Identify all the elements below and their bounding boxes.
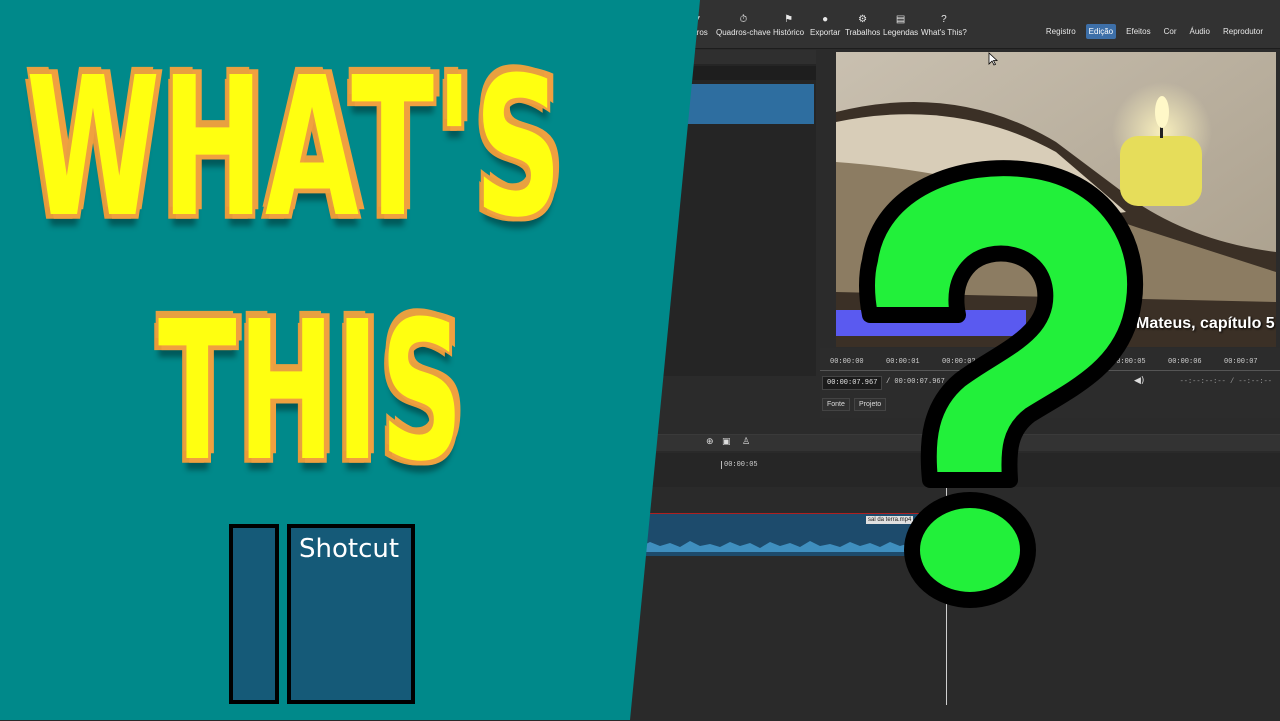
logo-bar-left [229,524,279,704]
question-mark-icon [859,160,1144,608]
ruler-tick: 00:00:06 [1168,358,1202,366]
toolbar-export-button[interactable]: ● Exportar [810,14,840,37]
title-line-2: THIS [157,279,465,504]
layout-edicao-button[interactable]: Edição [1085,24,1117,39]
toolbar-keyframes-button[interactable]: ⏱ Quadros-chave [716,14,771,37]
logo-text: Shotcut [299,534,400,564]
zoom-icon[interactable]: ⊕ [706,437,714,447]
stopwatch-icon: ⏱ [739,14,748,25]
layout-audio-button[interactable]: Áudio [1187,24,1213,39]
question-icon: ? [941,14,947,25]
export-icon: ● [822,14,829,25]
fit-icon[interactable]: ▣ [722,437,731,447]
shotcut-logo: Shotcut [229,524,415,704]
in-out-timecode: --:--:--:-- / --:--:-- [1179,378,1272,386]
title-line-1: WHAT'S [24,35,564,260]
timeline-ruler-label: 00:00:05 [721,461,758,469]
toolbar-subtitles-button[interactable]: ▤ Legendas [883,14,918,37]
layout-cor-button[interactable]: Cor [1161,24,1180,39]
main-toolbar: ▼ Filtros ⏱ Quadros-chave ⚑ Histórico ● … [620,0,1280,49]
layout-switcher: Registro Edição Efeitos Cor Áudio Reprod… [1043,24,1266,39]
toolbar-jobs-button[interactable]: ⚙ Trabalhos [845,14,880,37]
history-icon: ⚑ [784,14,794,25]
gear-icon: ⚙ [858,14,868,25]
toolbar-history-button[interactable]: ⚑ Histórico [773,14,804,37]
layout-efeitos-button[interactable]: Efeitos [1123,24,1153,39]
ruler-tick: 00:00:07 [1224,358,1258,366]
subtitles-icon: ▤ [895,14,906,25]
layout-registro-button[interactable]: Registro [1043,24,1079,39]
mouse-cursor-icon [988,52,998,66]
layout-reprodutor-button[interactable]: Reprodutor [1220,24,1266,39]
toolbar-whats-this-button[interactable]: ? What's This? [921,14,967,37]
marker-icon[interactable]: ♙ [742,437,750,447]
